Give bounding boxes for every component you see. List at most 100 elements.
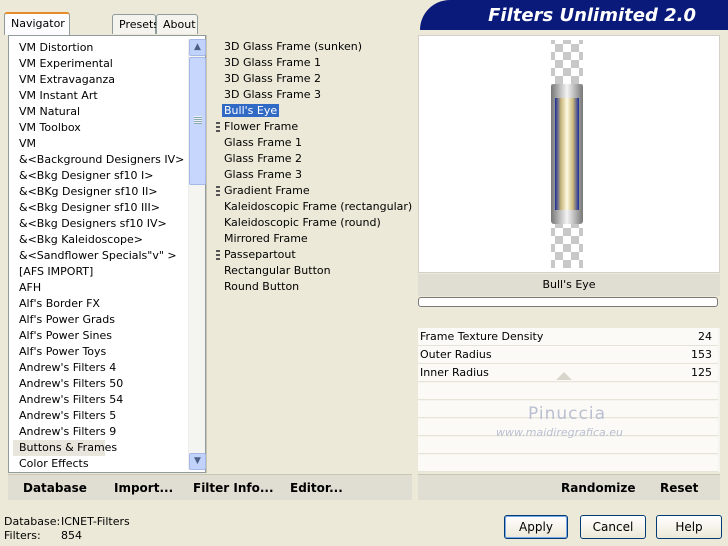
filter-info-button[interactable]: Filter Info... [193, 481, 274, 495]
filter-item[interactable]: Gradient Frame [212, 183, 412, 199]
category-item[interactable]: &<Sandflower Specials"v" > [13, 248, 187, 264]
chevron-up-icon[interactable]: ▲ [189, 39, 206, 56]
category-item[interactable]: VM Natural [13, 104, 187, 120]
apply-button[interactable]: Apply [504, 515, 568, 539]
category-item[interactable]: Andrew's Filters 5 [13, 408, 187, 424]
filters-count: 854 [61, 529, 82, 542]
tab-about[interactable]: About [156, 14, 198, 34]
filter-item[interactable]: Glass Frame 1 [212, 135, 412, 151]
filter-item[interactable]: Glass Frame 3 [212, 167, 412, 183]
filter-item[interactable]: 3D Glass Frame (sunken) [212, 39, 412, 55]
preview-caption: Bull's Eye [418, 274, 720, 296]
title-banner: Filters Unlimited 2.0 [420, 0, 728, 30]
category-item[interactable]: [AFS IMPORT] [13, 264, 187, 280]
category-item[interactable]: Alf's Power Grads [13, 312, 187, 328]
watermark-name: Pinuccia [528, 404, 606, 424]
category-item[interactable]: VM Instant Art [13, 88, 187, 104]
filter-item[interactable]: Flower Frame [212, 119, 412, 135]
category-item[interactable]: Andrew's Filters 4 [13, 360, 187, 376]
category-item[interactable]: Alf's Border FX [13, 296, 187, 312]
category-item[interactable]: Andrew's Filters 54 [13, 392, 187, 408]
tab-navigator[interactable]: Navigator [4, 12, 70, 35]
category-item[interactable]: Alf's Power Sines [13, 328, 187, 344]
grip-icon [216, 250, 220, 260]
import-button[interactable]: Import... [114, 481, 173, 495]
category-item[interactable]: VM Extravaganza [13, 72, 187, 88]
filter-label: Flower Frame [224, 120, 299, 133]
category-item[interactable]: Andrew's Filters 9 [13, 424, 187, 440]
category-item[interactable]: VM [13, 136, 187, 152]
category-item[interactable]: &<Bkg Designers sf10 IV> [13, 216, 187, 232]
category-item[interactable]: &<Bkg Kaleidoscope> [13, 232, 187, 248]
preview-area [418, 35, 720, 273]
scrollbar-thumb[interactable] [189, 57, 206, 185]
filter-item[interactable]: 3D Glass Frame 3 [212, 87, 412, 103]
editor-button[interactable]: Editor... [290, 481, 343, 495]
category-item[interactable]: VM Distortion [13, 40, 187, 56]
filter-label: Bull's Eye [222, 104, 280, 117]
filter-label: Kaleidoscopic Frame (round) [224, 216, 381, 229]
filter-item[interactable]: Kaleidoscopic Frame (rectangular) [212, 199, 412, 215]
watermark-site: www.maidiregrafica.eu [496, 426, 623, 439]
filter-label: Glass Frame 1 [224, 136, 303, 149]
filter-label: 3D Glass Frame 3 [224, 88, 322, 101]
cancel-button[interactable]: Cancel [580, 515, 646, 539]
filter-label: Glass Frame 2 [224, 152, 303, 165]
category-item[interactable]: &<Background Designers IV> [13, 152, 187, 168]
filter-label: 3D Glass Frame 1 [224, 56, 322, 69]
filter-label: Kaleidoscopic Frame (rectangular) [224, 200, 412, 213]
grip-icon [216, 122, 220, 132]
filter-item[interactable]: 3D Glass Frame 1 [212, 55, 412, 71]
param-value: 24 [698, 330, 712, 343]
parameter-panel: Frame Texture Density 24 Outer Radius 15… [418, 328, 720, 472]
category-item[interactable]: VM Experimental [13, 56, 187, 72]
category-item[interactable]: &<Bkg Designer sf10 III> [13, 200, 187, 216]
param-label: Inner Radius [420, 366, 489, 379]
param-empty-row [418, 383, 718, 400]
category-item[interactable]: Alf's Power Toys [13, 344, 187, 360]
filter-item[interactable]: Bull's Eye [212, 103, 412, 119]
category-item[interactable]: &<BKg Designer sf10 II> [13, 184, 187, 200]
category-item[interactable]: AFH [13, 280, 187, 296]
thumb-grip-icon [194, 116, 202, 124]
preview-image [551, 40, 583, 268]
category-scrollbar[interactable]: ▲ ▼ [188, 39, 206, 470]
filter-label: Rectangular Button [224, 264, 331, 277]
filter-item[interactable]: Rectangular Button [212, 263, 412, 279]
param-empty-row [418, 437, 718, 454]
param-empty-row [418, 455, 718, 472]
filter-item[interactable]: Mirrored Frame [212, 231, 412, 247]
category-panel: VM Distortion VM Experimental VM Extravaga… [8, 35, 206, 473]
filter-label: Gradient Frame [224, 184, 310, 197]
filter-label: 3D Glass Frame 2 [224, 72, 322, 85]
filter-label: Round Button [224, 280, 300, 293]
param-label: Frame Texture Density [420, 330, 544, 343]
filter-item[interactable]: Glass Frame 2 [212, 151, 412, 167]
category-item[interactable]: VM Toolbox [13, 120, 187, 136]
category-item[interactable]: &<Bkg Designer sf10 I> [13, 168, 187, 184]
filter-item[interactable]: Kaleidoscopic Frame (round) [212, 215, 412, 231]
database-button[interactable]: Database [23, 481, 87, 495]
category-list[interactable]: VM Distortion VM Experimental VM Extravaga… [13, 40, 187, 470]
filter-item[interactable]: Passepartout [212, 247, 412, 263]
chevron-down-icon[interactable]: ▼ [189, 453, 206, 470]
filter-label: Passepartout [224, 248, 296, 261]
param-frame-texture-density[interactable]: Frame Texture Density 24 [418, 328, 718, 346]
progress-bar [418, 297, 718, 307]
help-button[interactable]: Help [656, 515, 722, 539]
filter-item[interactable]: 3D Glass Frame 2 [212, 71, 412, 87]
category-item[interactable]: Color Effects [13, 456, 187, 470]
param-outer-radius[interactable]: Outer Radius 153 [418, 346, 718, 364]
grip-icon [216, 186, 220, 196]
category-item[interactable]: Andrew's Filters 50 [13, 376, 187, 392]
slider-marker-icon[interactable] [556, 372, 572, 380]
tab-presets[interactable]: Presets [112, 14, 159, 34]
navigator-toolbar: Database Import... Filter Info... Editor… [8, 474, 412, 500]
filter-item[interactable]: Round Button [212, 279, 412, 295]
reset-button[interactable]: Reset [660, 481, 698, 495]
filter-list[interactable]: 3D Glass Frame (sunken) 3D Glass Frame 1 3… [212, 39, 412, 469]
category-item[interactable]: Buttons & Frames [13, 440, 117, 456]
randomize-button[interactable]: Randomize [561, 481, 635, 495]
filter-label: Glass Frame 3 [224, 168, 303, 181]
app-title: Filters Unlimited 2.0 [488, 5, 696, 26]
